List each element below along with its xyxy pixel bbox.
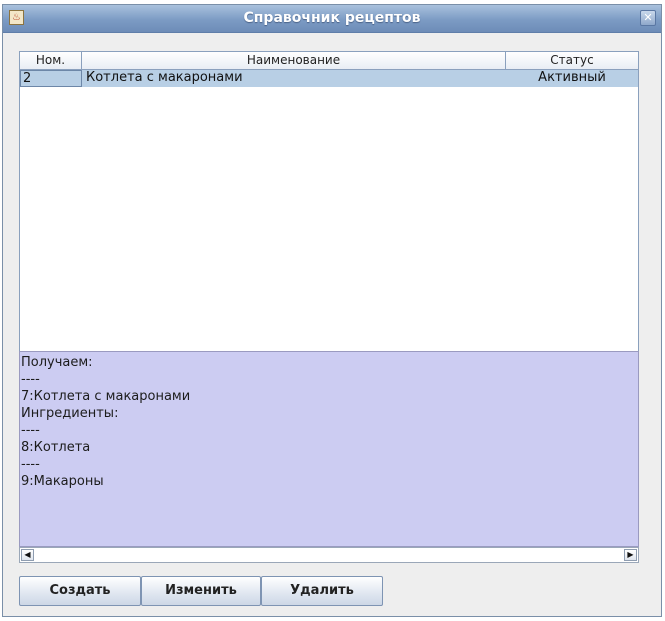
cell-status[interactable]: Активный xyxy=(506,70,638,87)
column-header-name[interactable]: Наименование xyxy=(82,52,506,70)
cell-name[interactable]: Котлета с макаронами xyxy=(82,70,506,87)
horizontal-scrollbar[interactable]: ◀ ▶ xyxy=(19,547,639,563)
details-line: 7:Котлета с макаронами xyxy=(21,389,191,404)
details-line: ---- xyxy=(21,372,40,387)
table-row[interactable]: 2 Котлета с макаронами Активный xyxy=(20,70,638,87)
details-line: Ингредиенты: xyxy=(21,406,119,421)
details-line: ---- xyxy=(21,423,40,438)
window-title: Справочник рецептов xyxy=(243,10,421,26)
cell-number[interactable]: 2 xyxy=(20,70,82,87)
title-bar[interactable]: ♨ Справочник рецептов ✕ xyxy=(3,5,661,33)
recipe-details-text[interactable]: Получаем: ---- 7:Котлета с макаронами Ин… xyxy=(19,351,639,547)
details-line: Получаем: xyxy=(21,355,93,370)
scroll-left-icon[interactable]: ◀ xyxy=(21,549,34,561)
details-line: 9:Макароны xyxy=(21,474,104,489)
scroll-right-icon[interactable]: ▶ xyxy=(624,549,637,561)
edit-button[interactable]: Изменить xyxy=(141,576,261,606)
recipes-table[interactable]: Ном. Наименование Статус 2 Котлета с мак… xyxy=(19,51,639,364)
details-line: 8:Котлета xyxy=(21,440,91,455)
close-icon[interactable]: ✕ xyxy=(640,10,656,26)
table-header: Ном. Наименование Статус xyxy=(20,52,638,70)
column-header-number[interactable]: Ном. xyxy=(20,52,82,70)
delete-button[interactable]: Удалить xyxy=(261,576,383,606)
details-line: ---- xyxy=(21,457,40,472)
column-header-status[interactable]: Статус xyxy=(506,52,638,70)
create-button[interactable]: Создать xyxy=(19,576,141,606)
